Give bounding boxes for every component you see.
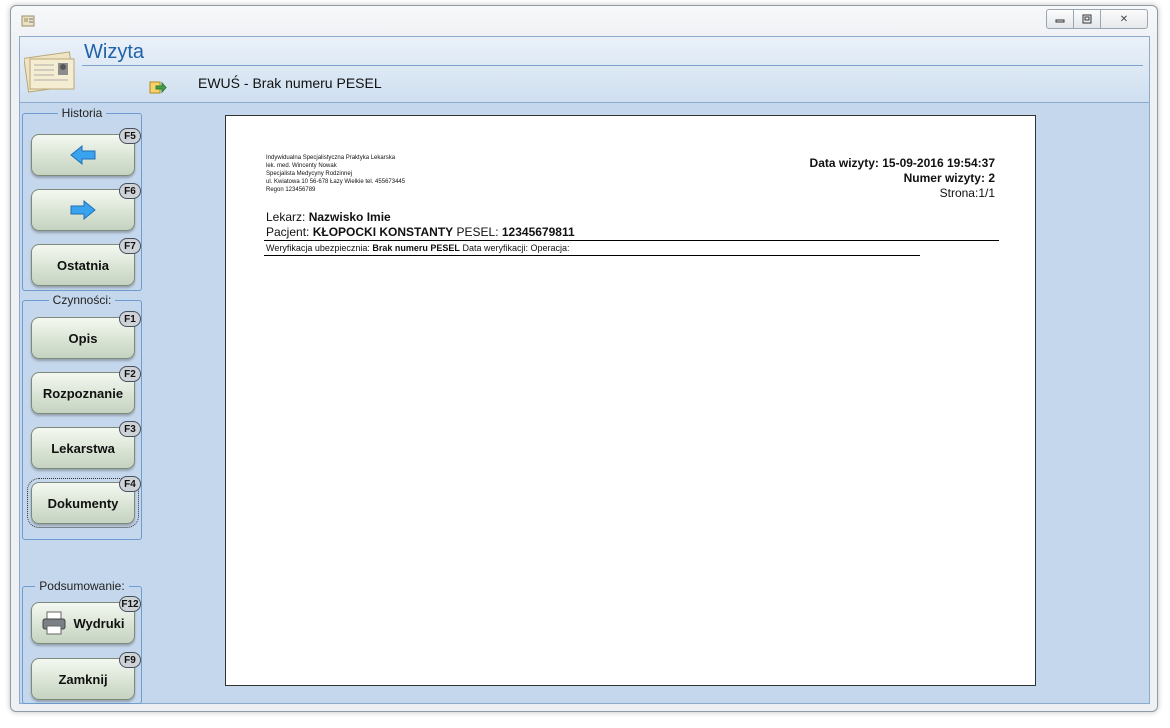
fkey-badge: F7: [119, 238, 141, 254]
fkey-badge: F6: [119, 183, 141, 199]
maximize-icon: [1082, 14, 1092, 24]
forward-button[interactable]: F6: [31, 183, 141, 231]
doctor-label: Lekarz:: [266, 210, 306, 224]
export-arrow-icon: [149, 81, 167, 94]
visit-number: 2: [988, 171, 995, 185]
sidebar: Historia F5 F6 Ostatnia F7 Czynności: Op…: [20, 104, 146, 704]
opis-button[interactable]: Opis F1: [31, 311, 141, 359]
verification-label: Weryfikacja ubezpiecznia:: [266, 243, 370, 253]
fkey-badge: F9: [119, 652, 141, 668]
header-banner: Wizyta EWUŚ - Brak numeru PESEL: [20, 37, 1149, 103]
clinic-line: Specjalista Medycyny Rodzinnej: [266, 171, 353, 177]
button-label: Rozpoznanie: [42, 385, 124, 401]
title-bar[interactable]: ✕: [11, 6, 1157, 36]
clinic-line: Regon 123456789: [266, 187, 316, 193]
operation-label: Operacja:: [530, 243, 570, 253]
clinic-header: Indywidualna Specjalistyczna Praktyka Le…: [266, 154, 405, 194]
pesel-label: PESEL:: [456, 225, 499, 239]
printer-icon: [42, 611, 66, 635]
fkey-badge: F1: [119, 311, 141, 327]
clinic-line: ul. Kwiatowa 10 56-678 Łazy Wielkie tel.…: [266, 179, 406, 185]
visit-info: Data wizyty: 15-09-2016 19:54:37 Numer w…: [810, 156, 995, 201]
verification-line: Weryfikacja ubezpiecznia: Brak numeru PE…: [266, 243, 570, 253]
doctor-name: Nazwisko Imie: [308, 210, 391, 224]
arrow-right-icon: [70, 199, 96, 221]
group-label-czynnosci: Czynności:: [48, 293, 116, 307]
button-label: Zamknij: [58, 671, 108, 687]
button-label: Opis: [68, 330, 98, 346]
last-visit-button[interactable]: Ostatnia F7: [31, 238, 141, 286]
fkey-badge: F2: [119, 366, 141, 382]
close-button[interactable]: ✕: [1100, 9, 1148, 29]
button-label: Dokumenty: [47, 495, 119, 511]
pesel-value: 12345679811: [501, 225, 575, 239]
fkey-badge: F3: [119, 421, 141, 437]
arrow-left-icon: [70, 144, 96, 166]
group-label-historia: Historia: [57, 106, 107, 120]
rozpoznanie-button[interactable]: Rozpoznanie F2: [31, 366, 141, 414]
client-area: Wizyta EWUŚ - Brak numeru PESEL Historia…: [19, 36, 1150, 704]
button-label: Ostatnia: [56, 257, 109, 273]
patient-card-icon: [24, 51, 75, 93]
visit-date: 15-09-2016 19:54:37: [882, 156, 995, 170]
verification-value: Brak numeru PESEL: [372, 243, 460, 253]
verification-date-label: Data weryfikacji:: [462, 243, 528, 253]
dokumenty-button[interactable]: Dokumenty F4: [27, 476, 141, 528]
zamknij-button[interactable]: Zamknij F9: [31, 652, 141, 700]
visit-number-label: Numer wizyty:: [903, 171, 985, 185]
app-window: ✕ Wizyta EWUŚ - Brak numeru PESEL Histor…: [10, 5, 1158, 712]
close-icon: ✕: [1119, 13, 1129, 25]
back-button[interactable]: F5: [31, 128, 141, 176]
fkey-badge: F4: [119, 476, 141, 492]
button-label: Wydruki: [73, 615, 125, 631]
clinic-line: Indywidualna Specjalistyczna Praktyka Le…: [266, 155, 396, 161]
app-title: Wizyta: [84, 41, 144, 63]
group-historia: Historia F5 F6 Ostatnia F7: [22, 106, 142, 291]
patient-name: KŁOPOCKI KONSTANTY: [312, 225, 454, 239]
group-label-podsumowanie: Podsumowanie:: [35, 579, 129, 593]
visit-date-label: Data wizyty:: [809, 156, 879, 170]
maximize-button[interactable]: [1073, 9, 1101, 29]
wydruki-button[interactable]: Wydruki F12: [31, 596, 141, 644]
patient-label: Pacjent:: [266, 225, 310, 239]
app-window-icon: [21, 15, 35, 27]
page-subtitle: EWUŚ - Brak numeru PESEL: [198, 75, 382, 91]
minimize-icon: [1055, 19, 1065, 23]
divider: [264, 240, 999, 241]
group-czynnosci: Czynności: Opis F1 Rozpoznanie F2 Lekars…: [22, 293, 142, 540]
patient-line: Pacjent: KŁOPOCKI KONSTANTY PESEL: 12345…: [266, 225, 575, 239]
fkey-badge: F12: [119, 596, 141, 612]
header-divider: [82, 65, 1143, 66]
clinic-line: lek. med. Wincenty Nowak: [266, 163, 337, 169]
divider: [264, 255, 920, 256]
button-label: Lekarstwa: [51, 440, 115, 456]
group-podsumowanie: Podsumowanie: Wydruki F12 Zamknij F9: [22, 579, 142, 704]
doctor-line: Lekarz: Nazwisko Imie: [266, 210, 391, 224]
page-indicator: Strona:1/1: [939, 186, 995, 200]
fkey-badge: F5: [119, 128, 141, 144]
document-preview[interactable]: Indywidualna Specjalistyczna Praktyka Le…: [225, 115, 1036, 686]
minimize-button[interactable]: [1046, 9, 1074, 29]
lekarstwa-button[interactable]: Lekarstwa F3: [31, 421, 141, 469]
